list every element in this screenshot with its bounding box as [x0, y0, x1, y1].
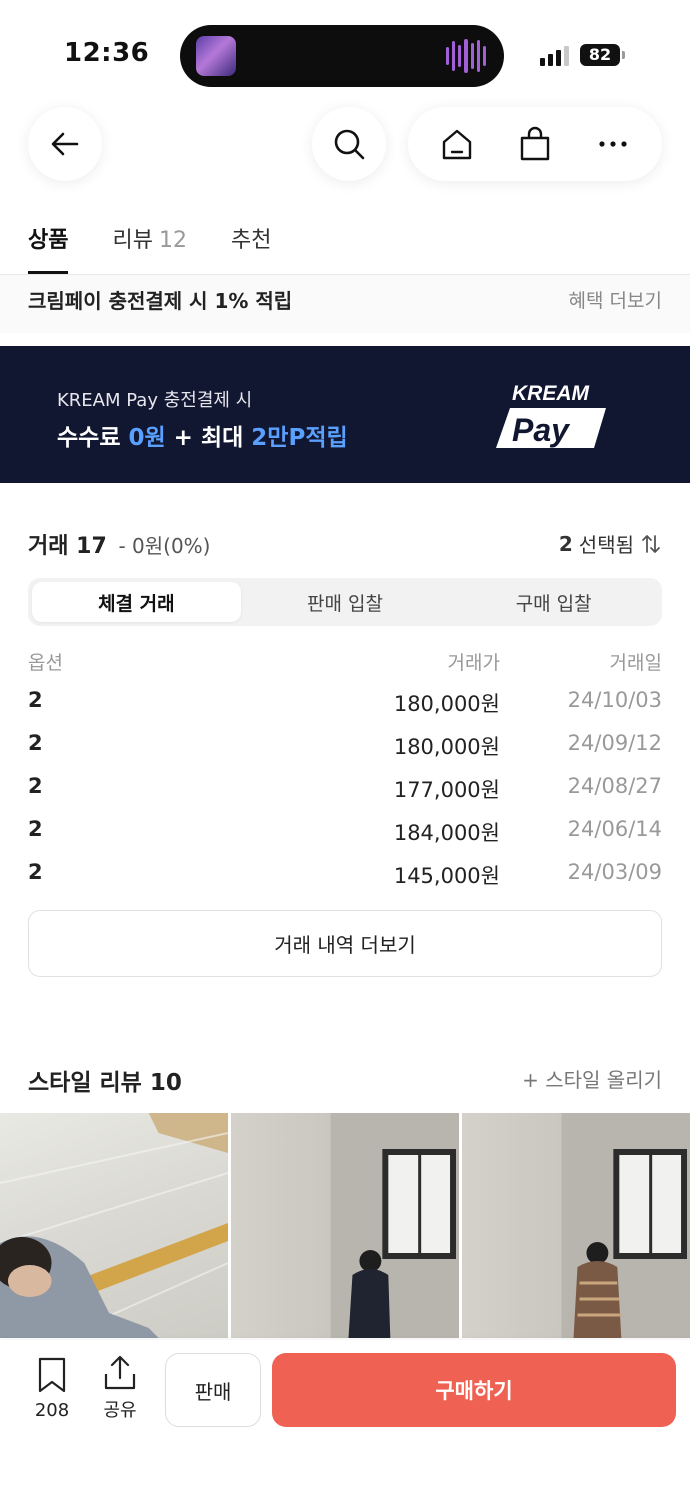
col-date: 거래일 — [609, 652, 662, 674]
kream-pay-logo: KREAM Pay — [496, 382, 606, 448]
selected-count: 2 — [558, 531, 573, 556]
cell-price: 180,000원 — [393, 735, 500, 759]
trade-type-segment: 체결 거래 판매 입찰 구매 입찰 — [28, 578, 662, 626]
cell-date: 24/08/27 — [567, 774, 662, 798]
banner-line1: KREAM Pay 충전결제 시 — [57, 390, 253, 411]
cell-price: 177,000원 — [393, 778, 500, 802]
bookmark-icon — [38, 1357, 66, 1393]
back-button[interactable] — [28, 107, 102, 181]
shopping-bag-button[interactable] — [507, 116, 563, 172]
bookmark-button[interactable]: 208 — [30, 1356, 74, 1421]
battery-icon: 82 — [580, 44, 620, 66]
style-photo-art — [330, 1113, 459, 1338]
tab-product[interactable]: 상품 — [28, 218, 69, 274]
banner-text-d: 2만P적립 — [251, 425, 348, 451]
cell-date: 24/06/14 — [567, 817, 662, 841]
share-icon — [104, 1355, 136, 1390]
banner-text-a: 수수료 — [57, 425, 129, 451]
tab-recommend[interactable]: 추천 — [231, 218, 271, 274]
table-row: 2 184,000원 24/06/14 — [28, 817, 662, 860]
col-price: 거래가 — [447, 652, 500, 674]
table-row: 2 145,000원 24/03/09 — [28, 860, 662, 903]
style-photo-strip — [0, 1113, 690, 1338]
home-button[interactable] — [429, 116, 485, 172]
option-selector[interactable]: 2 선택됨 — [559, 529, 662, 558]
tab-label: 추천 — [230, 228, 272, 253]
home-icon — [442, 129, 472, 160]
cell-date: 24/03/09 — [567, 860, 662, 884]
bottom-action-bar: 208 공유 판매 구매하기 — [0, 1340, 690, 1500]
status-time: 12:36 — [64, 38, 150, 68]
segment-buy-bids[interactable]: 구매 입찰 — [449, 582, 658, 622]
banner-text-b: 0원 — [128, 425, 166, 451]
share-label: 공유 — [103, 1400, 137, 1421]
bookmark-count: 208 — [34, 1400, 70, 1421]
trade-table-header: 옵션 거래가 거래일 — [28, 648, 662, 676]
logo-bottom-text: Pay — [512, 412, 571, 448]
cell-option: 2 — [28, 860, 43, 884]
shopping-bag-icon — [520, 126, 550, 161]
search-button[interactable] — [312, 107, 386, 181]
cell-date: 24/09/12 — [567, 731, 662, 755]
segment-sell-bids[interactable]: 판매 입찰 — [241, 582, 450, 622]
table-row: 2 180,000원 24/10/03 — [28, 688, 662, 731]
col-option: 옵션 — [28, 652, 63, 674]
nav-action-group — [408, 107, 662, 181]
more-icon — [599, 141, 627, 147]
more-button[interactable] — [585, 116, 641, 172]
table-row: 2 177,000원 24/08/27 — [28, 774, 662, 817]
style-photo-art — [561, 1113, 690, 1338]
product-tabs: 상품 리뷰 12 추천 — [28, 218, 271, 274]
cell-price: 145,000원 — [393, 864, 500, 888]
selected-label: 선택됨 — [578, 533, 634, 557]
segment-concluded[interactable]: 체결 거래 — [32, 582, 241, 622]
cell-option: 2 — [28, 817, 43, 841]
trade-history-more-button[interactable]: 거래 내역 더보기 — [28, 910, 662, 977]
banner-text-c: + 최대 — [165, 425, 252, 451]
trade-title-text: 거래 17 — [28, 534, 107, 559]
cell-price: 180,000원 — [393, 692, 500, 716]
share-button[interactable]: 공유 — [98, 1354, 142, 1422]
now-playing-artwork — [196, 36, 236, 76]
style-review-title: 스타일 리뷰 10 — [28, 1070, 182, 1096]
cell-option: 2 — [28, 731, 43, 755]
trade-sub: - 0원(0%) — [118, 534, 211, 558]
style-photo[interactable] — [462, 1113, 690, 1338]
status-bar: 12:36 82 — [0, 0, 690, 100]
sort-arrows-icon — [642, 534, 660, 553]
dynamic-island — [180, 25, 504, 87]
buy-button[interactable]: 구매하기 — [272, 1353, 676, 1427]
tab-label: 상품 — [28, 228, 69, 253]
tab-count: 12 — [158, 228, 187, 253]
cell-date: 24/10/03 — [567, 688, 662, 712]
sell-button[interactable]: 판매 — [165, 1353, 261, 1427]
promo-row: 크림페이 충전결제 시 1% 적립 혜택 더보기 — [0, 275, 690, 333]
back-arrow-icon — [51, 132, 79, 156]
cell-option: 2 — [28, 688, 43, 712]
cell-option: 2 — [28, 774, 43, 798]
kream-pay-banner[interactable]: KREAM Pay 충전결제 시 수수료 0원 + 최대 2만P적립 KREAM… — [0, 346, 690, 483]
banner-line2: 수수료 0원 + 최대 2만P적립 — [57, 418, 348, 452]
promo-text: 크림페이 충전결제 시 1% 적립 — [28, 289, 293, 313]
table-row: 2 180,000원 24/09/12 — [28, 731, 662, 774]
benefit-more-link[interactable]: 혜택 더보기 — [569, 286, 662, 313]
tab-review[interactable]: 리뷰 12 — [112, 218, 186, 274]
style-photo-art — [0, 1113, 228, 1338]
tab-label: 리뷰 — [112, 228, 153, 253]
style-photo[interactable] — [0, 1113, 228, 1338]
trade-table: 2 180,000원 24/10/03 2 180,000원 24/09/12 … — [28, 688, 662, 903]
style-upload-link[interactable]: + 스타일 올리기 — [522, 1064, 662, 1093]
audio-wave-icon — [446, 38, 486, 74]
cellular-signal-icon — [540, 46, 569, 66]
logo-top-text: KREAM — [512, 382, 590, 405]
cell-price: 184,000원 — [393, 821, 500, 845]
style-photo[interactable] — [231, 1113, 459, 1338]
trade-title: 거래 17 - 0원(0%) — [28, 528, 210, 560]
battery-tip — [622, 51, 625, 59]
search-icon — [334, 129, 365, 160]
